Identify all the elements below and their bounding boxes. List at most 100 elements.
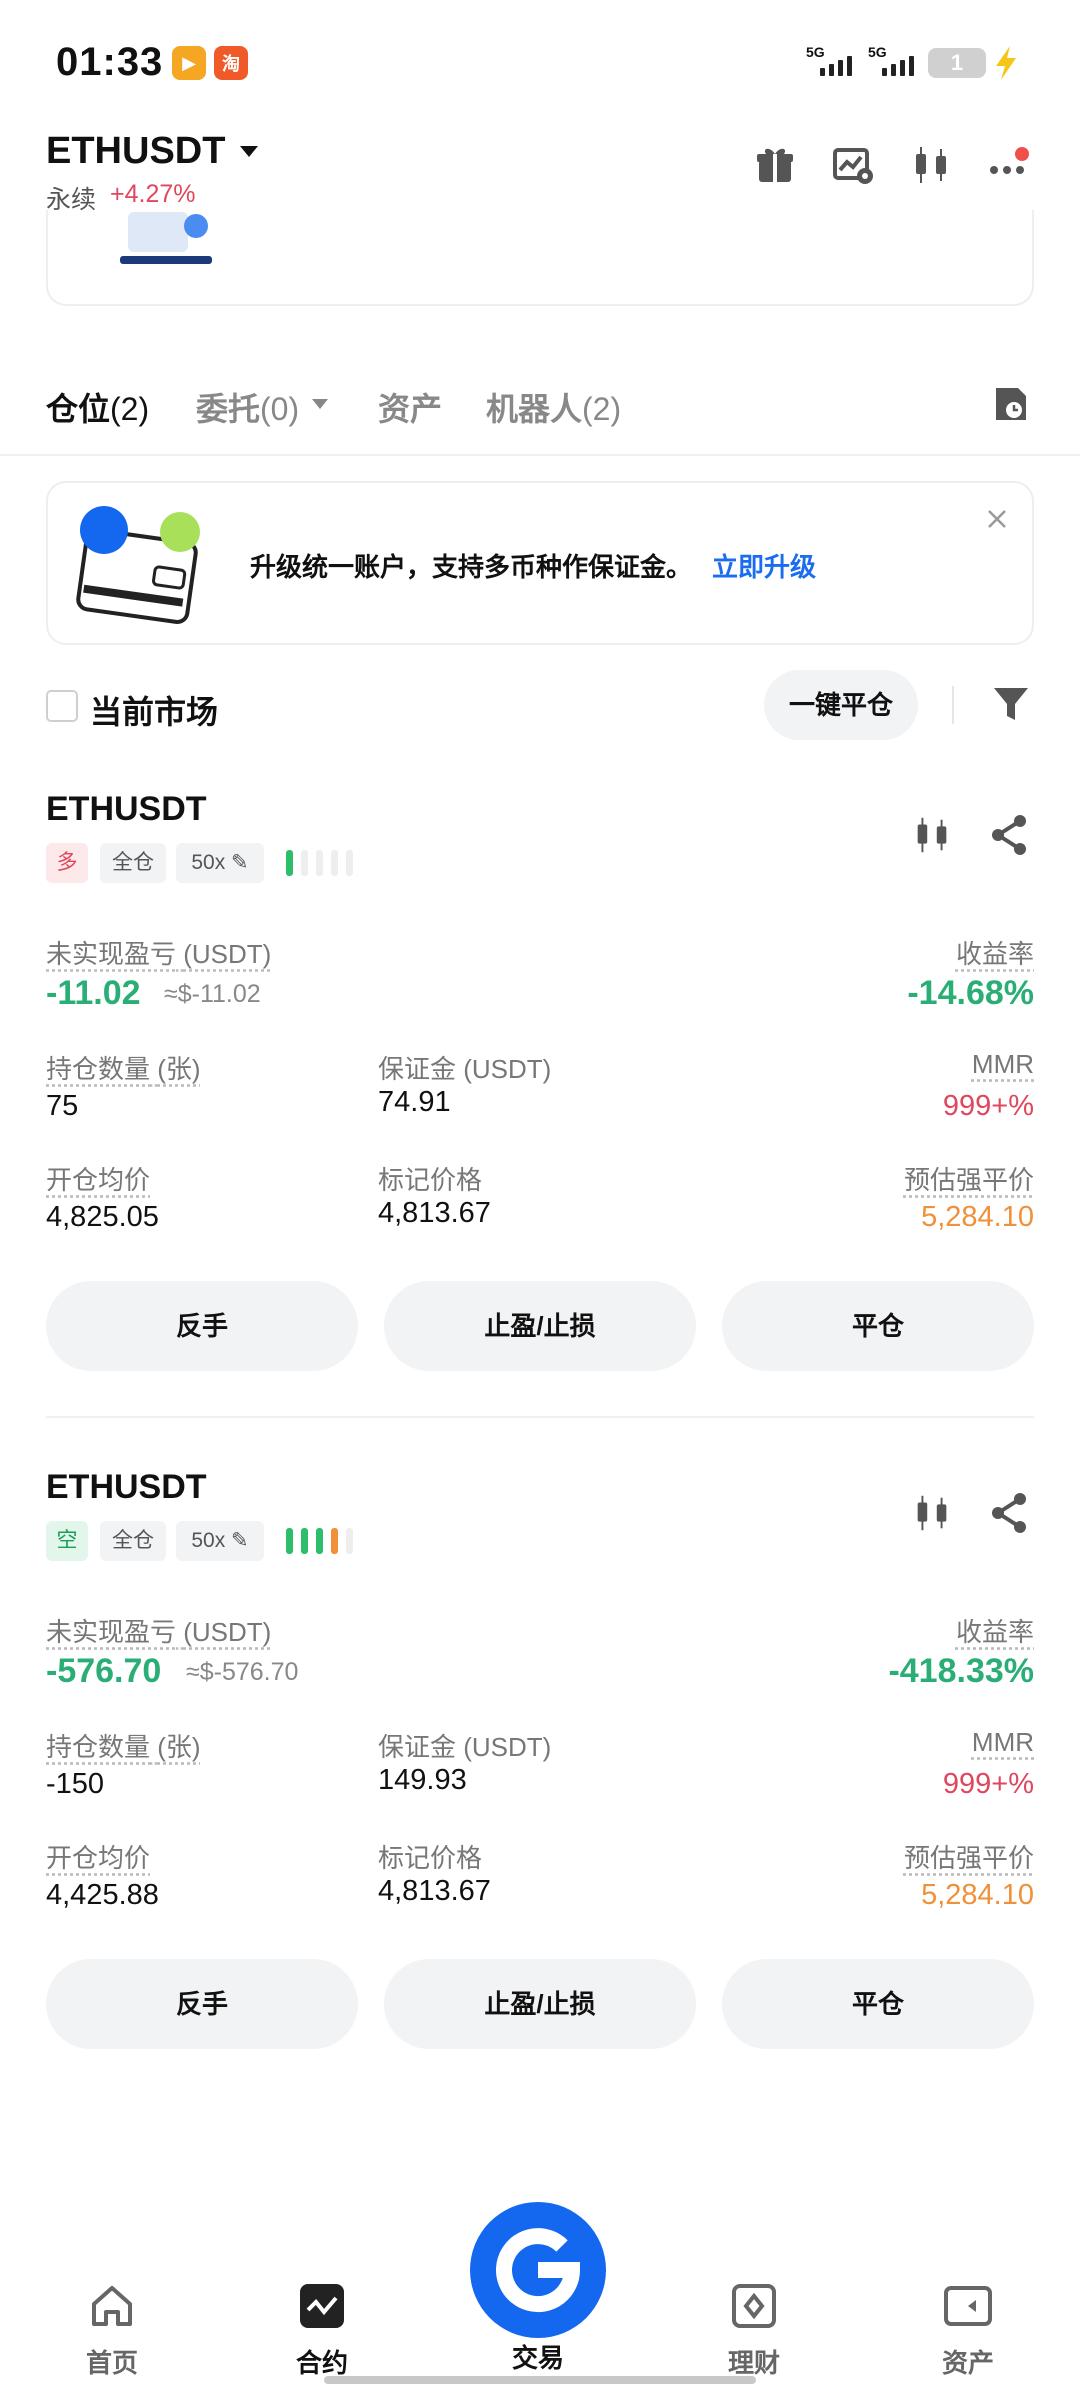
risk-segment — [286, 1528, 293, 1554]
home-icon — [92, 2286, 132, 2326]
side-tag: 空 — [46, 1521, 88, 1561]
mark-price-value: 4,813.67 — [378, 1197, 491, 1229]
liq-price-label: 预估强平价 — [903, 1165, 1034, 1195]
unrealized-pnl-value: -576.70 — [46, 1652, 162, 1690]
leverage-tag[interactable]: 50x ✎ — [176, 843, 264, 883]
side-tag: 多 — [46, 843, 88, 883]
roe-label: 收益率 — [955, 1617, 1034, 1647]
tab-bots[interactable]: 机器人(2) — [486, 384, 621, 430]
leverage-tag[interactable]: 50x ✎ — [176, 1521, 264, 1561]
mmr-value: 999+% — [942, 1768, 1034, 1800]
tab-orders[interactable]: 委托(0) — [196, 384, 299, 430]
nav-label: 合约 — [295, 2348, 348, 2378]
liq-price-value: 5,284.10 — [921, 1879, 1034, 1911]
wallet-icon — [944, 2286, 992, 2326]
risk-segment — [316, 850, 323, 876]
risk-segment — [286, 850, 293, 876]
price-change: +4.27% — [110, 180, 196, 208]
unrealized-pnl-label: 未实现盈亏 (USDT) — [46, 939, 272, 969]
position-symbol: ETHUSDT — [46, 1468, 207, 1506]
tab-positions[interactable]: 仓位(2) — [46, 384, 149, 430]
risk-segment — [316, 1528, 323, 1554]
unrealized-pnl-label: 未实现盈亏 (USDT) — [46, 1617, 272, 1647]
pnl-usd-value: ≈$-11.02 — [164, 980, 261, 1008]
position-symbol: ETHUSDT — [46, 790, 207, 828]
entry-price-label: 开仓均价 — [46, 1843, 151, 1873]
video-app-icon: ▶ — [172, 46, 206, 80]
home-indicator[interactable] — [324, 2376, 756, 2384]
roe-label: 收益率 — [955, 939, 1034, 969]
close-position-button[interactable]: 平仓 — [722, 1281, 1034, 1371]
margin-value: 149.93 — [378, 1764, 467, 1796]
card-divider — [46, 1416, 1034, 1418]
risk-segment — [301, 1528, 308, 1554]
history-icon[interactable] — [992, 384, 1030, 424]
nav-trade-label[interactable]: 交易 — [468, 2282, 608, 2375]
close-position-button[interactable]: 平仓 — [722, 1959, 1034, 2049]
upgrade-link[interactable]: 立即升级 — [712, 547, 816, 584]
roe-value: -14.68% — [907, 974, 1034, 1012]
quantity-label: 持仓数量 (张) — [46, 1732, 201, 1762]
status-time: 01:33 — [56, 40, 164, 84]
nav-label: 交易 — [511, 2343, 564, 2373]
current-market-label: 当前市场 — [90, 694, 219, 730]
more-icon[interactable] — [986, 142, 1032, 188]
margin-mode-tag: 全仓 — [100, 1521, 166, 1561]
nav-earn[interactable]: 理财 — [684, 2282, 824, 2380]
risk-segment — [301, 850, 308, 876]
reverse-button[interactable]: 反手 — [46, 1959, 358, 2049]
margin-label: 保证金 (USDT) — [378, 1054, 552, 1084]
tp-sl-button[interactable]: 止盈/止损 — [384, 1959, 696, 2049]
nav-label: 资产 — [941, 2348, 994, 2378]
risk-level-bar — [286, 850, 353, 876]
mmr-value: 999+% — [942, 1090, 1034, 1122]
signal-2-icon — [882, 56, 914, 76]
futures-icon — [300, 2284, 344, 2328]
tp-sl-button[interactable]: 止盈/止损 — [384, 1281, 696, 1371]
entry-price-value: 4,825.05 — [46, 1201, 159, 1233]
nav-assets[interactable]: 资产 — [898, 2282, 1038, 2380]
candlestick-icon[interactable] — [908, 142, 954, 188]
margin-mode-tag: 全仓 — [100, 843, 166, 883]
quantity-value: 75 — [46, 1090, 79, 1122]
tabs-divider — [0, 454, 1080, 456]
nav-label: 理财 — [727, 2348, 780, 2378]
candlestick-icon[interactable] — [910, 813, 954, 857]
close-all-button[interactable]: 一键平仓 — [764, 670, 918, 740]
quantity-value: -150 — [46, 1768, 105, 1800]
filter-icon[interactable] — [992, 684, 1030, 724]
mmr-label: MMR — [971, 1049, 1034, 1079]
nav-home[interactable]: 首页 — [42, 2282, 182, 2380]
risk-segment — [346, 1528, 353, 1554]
margin-value: 74.91 — [378, 1086, 451, 1118]
entry-price-label: 开仓均价 — [46, 1165, 151, 1195]
current-market-checkbox[interactable] — [46, 690, 78, 722]
share-icon[interactable] — [990, 1491, 1030, 1535]
reverse-button[interactable]: 反手 — [46, 1281, 358, 1371]
close-icon[interactable] — [986, 508, 1008, 530]
chevron-down-icon[interactable] — [240, 146, 258, 157]
nav-label: 首页 — [85, 2348, 138, 2378]
nav-futures[interactable]: 合约 — [252, 2282, 392, 2380]
risk-level-bar — [286, 1528, 353, 1554]
chart-settings-icon[interactable] — [830, 142, 876, 188]
mmr-label: MMR — [971, 1727, 1034, 1757]
pair-selector[interactable]: ETHUSDT — [46, 130, 225, 173]
taobao-app-icon: 淘 — [214, 46, 248, 80]
battery-icon: 1 — [928, 48, 986, 78]
gift-icon[interactable] — [752, 142, 798, 188]
pnl-usd-value: ≈$-576.70 — [186, 1658, 299, 1686]
liq-price-value: 5,284.10 — [921, 1201, 1034, 1233]
share-icon[interactable] — [990, 813, 1030, 857]
quantity-label: 持仓数量 (张) — [46, 1054, 201, 1084]
promo-illustration-icon — [120, 212, 212, 264]
unrealized-pnl-value: -11.02 — [46, 974, 141, 1012]
candlestick-icon[interactable] — [910, 1491, 954, 1535]
risk-segment — [331, 850, 338, 876]
orders-dropdown-icon[interactable] — [312, 399, 328, 409]
tab-assets[interactable]: 资产 — [378, 384, 442, 430]
upgrade-text: 升级统一账户，支持多币种作保证金。 — [250, 552, 693, 582]
divider — [952, 686, 954, 724]
risk-segment — [346, 850, 353, 876]
margin-label: 保证金 (USDT) — [378, 1732, 552, 1762]
